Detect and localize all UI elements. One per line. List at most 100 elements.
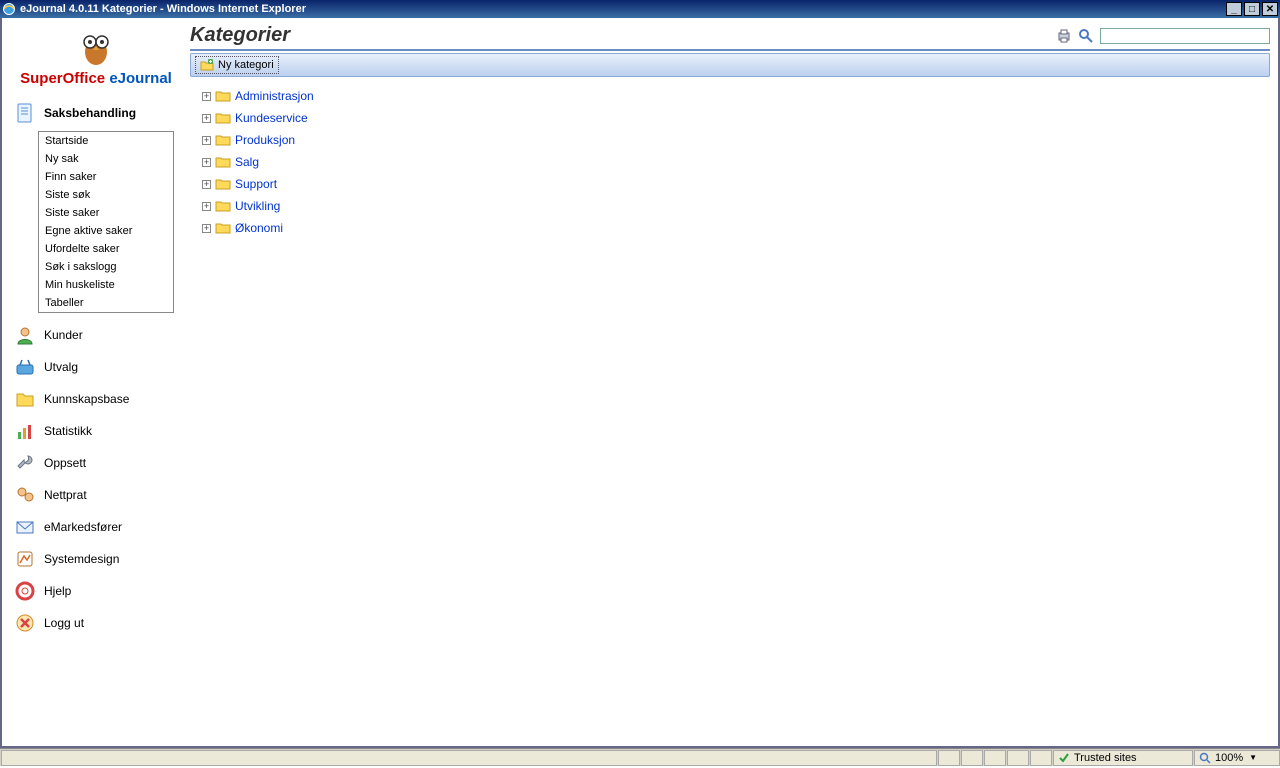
- design-icon: [12, 547, 38, 571]
- expand-icon[interactable]: +: [202, 180, 211, 189]
- submenu-egne-aktive[interactable]: Egne aktive saker: [39, 222, 173, 240]
- submenu-ny-sak[interactable]: Ny sak: [39, 150, 173, 168]
- nav-label: Logg ut: [44, 616, 84, 630]
- folder-icon: [12, 387, 38, 411]
- nav-statistikk[interactable]: Statistikk: [10, 415, 182, 447]
- nav-label: Hjelp: [44, 584, 71, 598]
- status-cell: [1007, 750, 1029, 766]
- logo-text: SuperOffice eJournal: [10, 70, 182, 87]
- submenu-startside[interactable]: Startside: [39, 132, 173, 150]
- tree-label[interactable]: Administrasjon: [235, 89, 314, 103]
- status-cell: [984, 750, 1006, 766]
- statusbar: Trusted sites 100% ▼: [0, 748, 1280, 766]
- nav-label: Systemdesign: [44, 552, 119, 566]
- person-icon: [12, 323, 38, 347]
- submenu-sok-sakslogg[interactable]: Søk i sakslogg: [39, 258, 173, 276]
- nav-label: Oppsett: [44, 456, 86, 470]
- status-trusted-label: Trusted sites: [1074, 752, 1137, 764]
- nav-emarkedsforer[interactable]: eMarkedsfører: [10, 511, 182, 543]
- status-cell: [938, 750, 960, 766]
- folder-icon: [215, 89, 231, 103]
- folder-icon: [215, 177, 231, 191]
- submenu-tabeller[interactable]: Tabeller: [39, 294, 173, 312]
- tree-label[interactable]: Økonomi: [235, 221, 283, 235]
- nav-saksbehandling[interactable]: Saksbehandling: [10, 97, 182, 129]
- nav-label: eMarkedsfører: [44, 520, 122, 534]
- minimize-button[interactable]: _: [1226, 2, 1242, 16]
- logo-brand2: eJournal: [109, 70, 172, 87]
- nav-label: Kunnskapsbase: [44, 392, 129, 406]
- status-cell: [961, 750, 983, 766]
- window-title: eJournal 4.0.11 Kategorier - Windows Int…: [20, 3, 1224, 15]
- submenu-ufordelte[interactable]: Ufordelte saker: [39, 240, 173, 258]
- nav-kunder[interactable]: Kunder: [10, 319, 182, 351]
- owl-icon: [76, 28, 116, 68]
- tree-label[interactable]: Kundeservice: [235, 111, 308, 125]
- expand-icon[interactable]: +: [202, 158, 211, 167]
- tree-item: + Økonomi: [202, 217, 1270, 239]
- folder-icon: [215, 199, 231, 213]
- nav-oppsett[interactable]: Oppsett: [10, 447, 182, 479]
- expand-icon[interactable]: +: [202, 114, 211, 123]
- ie-icon: [2, 2, 16, 16]
- nav-label: Utvalg: [44, 360, 78, 374]
- window-titlebar: eJournal 4.0.11 Kategorier - Windows Int…: [0, 0, 1280, 18]
- search-input[interactable]: [1100, 28, 1270, 44]
- tree-label[interactable]: Utvikling: [235, 199, 280, 213]
- chevron-down-icon: ▼: [1249, 753, 1257, 762]
- submenu-siste-saker[interactable]: Siste saker: [39, 204, 173, 222]
- submenu-huskeliste[interactable]: Min huskeliste: [39, 276, 173, 294]
- submenu: Startside Ny sak Finn saker Siste søk Si…: [38, 131, 174, 313]
- nav-nettprat[interactable]: Nettprat: [10, 479, 182, 511]
- tree-label[interactable]: Salg: [235, 155, 259, 169]
- close-button[interactable]: ✕: [1262, 2, 1278, 16]
- tree-item: + Kundeservice: [202, 107, 1270, 129]
- print-icon[interactable]: [1056, 28, 1072, 44]
- logo-brand1: SuperOffice: [20, 70, 105, 87]
- new-category-label: Ny kategori: [218, 59, 274, 71]
- wrench-icon: [12, 451, 38, 475]
- document-icon: [12, 101, 38, 125]
- chart-icon: [12, 419, 38, 443]
- search-icon[interactable]: [1078, 28, 1094, 44]
- submenu-siste-sok[interactable]: Siste søk: [39, 186, 173, 204]
- nav-label: Nettprat: [44, 488, 87, 502]
- main-header: Kategorier: [190, 24, 1270, 51]
- tree-label[interactable]: Produksjon: [235, 133, 295, 147]
- logout-icon: [12, 611, 38, 635]
- status-trusted: Trusted sites: [1053, 750, 1193, 766]
- nav-utvalg[interactable]: Utvalg: [10, 351, 182, 383]
- category-tree: + Administrasjon + Kundeservice + Produk…: [190, 85, 1270, 239]
- status-zoom[interactable]: 100% ▼: [1194, 750, 1280, 766]
- tree-item: + Support: [202, 173, 1270, 195]
- lifebuoy-icon: [12, 579, 38, 603]
- status-zoom-label: 100%: [1215, 752, 1243, 764]
- status-cell: [1030, 750, 1052, 766]
- new-category-button[interactable]: Ny kategori: [195, 56, 279, 74]
- nav-label: Statistikk: [44, 424, 92, 438]
- submenu-finn-saker[interactable]: Finn saker: [39, 168, 173, 186]
- envelope-icon: [12, 515, 38, 539]
- nav-label: Kunder: [44, 328, 83, 342]
- basket-icon: [12, 355, 38, 379]
- expand-icon[interactable]: +: [202, 136, 211, 145]
- nav-systemdesign[interactable]: Systemdesign: [10, 543, 182, 575]
- toolbar: Ny kategori: [190, 53, 1270, 77]
- tree-item: + Salg: [202, 151, 1270, 173]
- nav-kunnskapsbase[interactable]: Kunnskapsbase: [10, 383, 182, 415]
- tree-item: + Utvikling: [202, 195, 1270, 217]
- tree-item: + Administrasjon: [202, 85, 1270, 107]
- expand-icon[interactable]: +: [202, 202, 211, 211]
- status-spacer: [1, 750, 937, 766]
- expand-icon[interactable]: +: [202, 224, 211, 233]
- maximize-button[interactable]: □: [1244, 2, 1260, 16]
- nav-hjelp[interactable]: Hjelp: [10, 575, 182, 607]
- tree-label[interactable]: Support: [235, 177, 277, 191]
- page-title: Kategorier: [190, 24, 1056, 47]
- nav-loggut[interactable]: Logg ut: [10, 607, 182, 639]
- folder-icon: [215, 221, 231, 235]
- main-panel: Kategorier Ny kategori +: [182, 18, 1278, 746]
- nav-label: Saksbehandling: [44, 106, 136, 120]
- expand-icon[interactable]: +: [202, 92, 211, 101]
- sidebar: SuperOffice eJournal Saksbehandling Star…: [2, 18, 182, 746]
